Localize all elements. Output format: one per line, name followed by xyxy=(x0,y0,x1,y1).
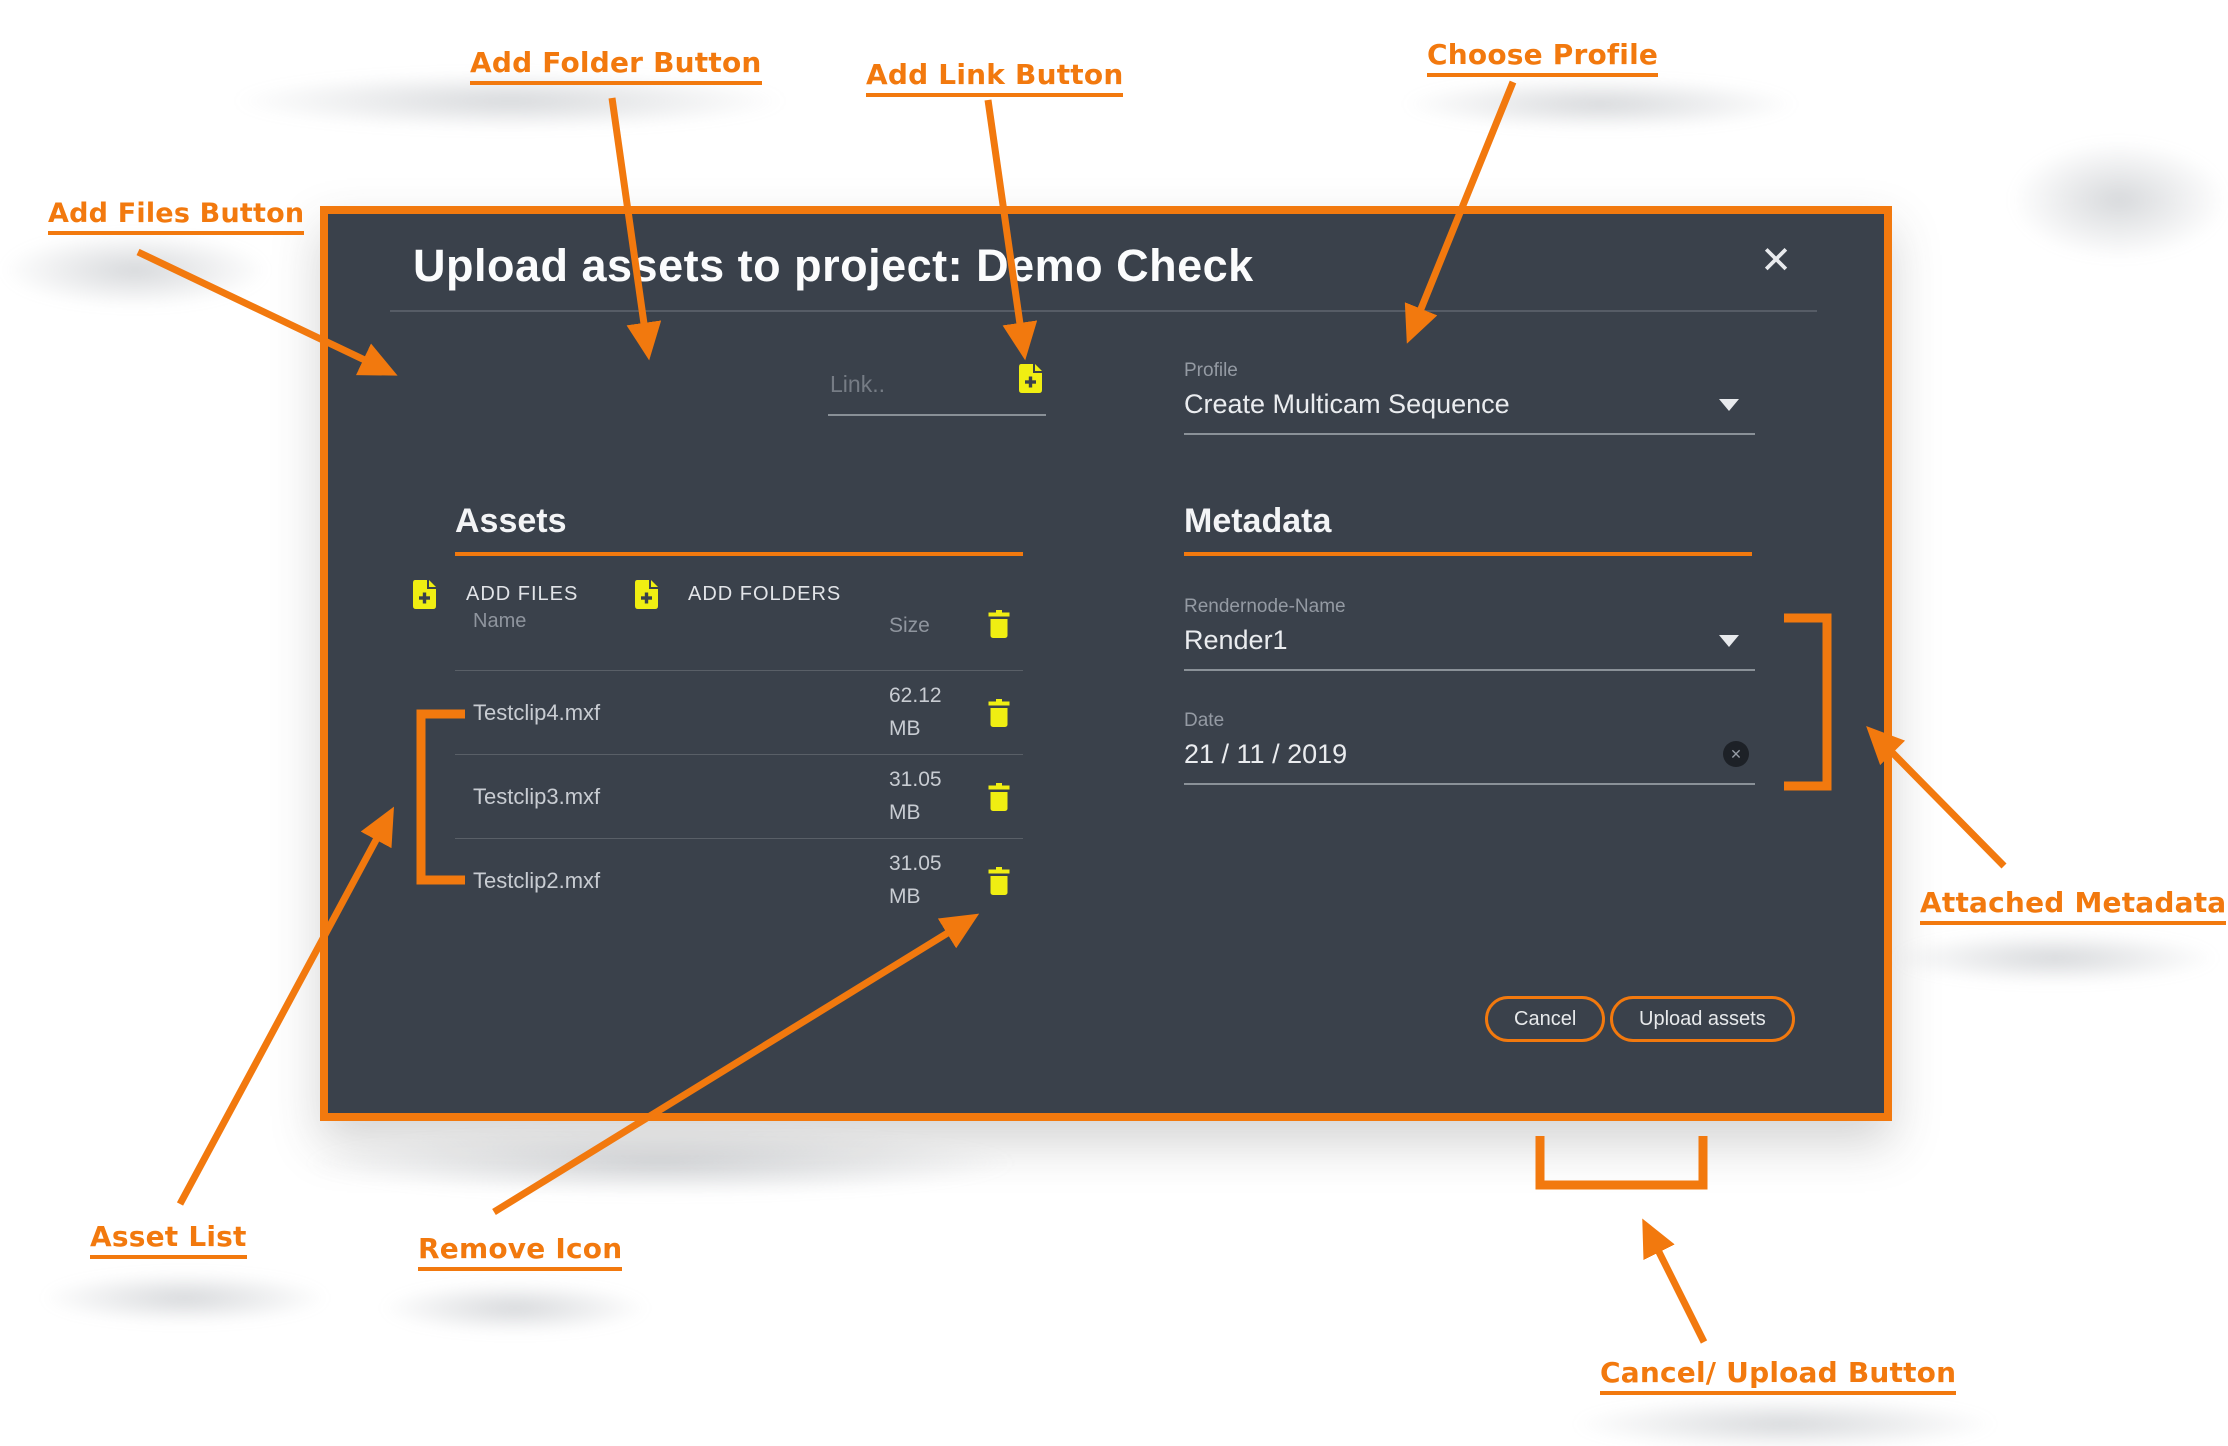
size-column-header: Size xyxy=(889,614,930,637)
add-files-button[interactable]: ADD FILES xyxy=(413,580,578,609)
shadow-blob xyxy=(2010,140,2228,260)
asset-size: 62.12 MB xyxy=(889,683,942,740)
bracket-cancel-upload xyxy=(1535,1136,1708,1190)
add-link-icon[interactable] xyxy=(1019,364,1042,398)
asset-name: Testclip4.mxf xyxy=(473,699,601,725)
table-row: Testclip3.mxf 31.05 MB xyxy=(455,754,1023,838)
date-label: Date xyxy=(1184,710,1225,731)
metadata-heading-rule xyxy=(1184,552,1752,556)
shadow-blob xyxy=(380,1282,650,1334)
table-row: Testclip2.mxf 31.05 MB xyxy=(455,838,1023,922)
file-plus-icon xyxy=(413,580,436,609)
add-folders-label: ADD FOLDERS xyxy=(688,583,842,605)
link-field xyxy=(828,362,1046,416)
shadow-blob xyxy=(40,1272,330,1324)
profile-select[interactable]: Profile Create Multicam Sequence xyxy=(1184,360,1755,435)
annotated-screenshot-canvas: Upload assets to project: Demo Check ✕ A… xyxy=(0,0,2228,1446)
shadow-blob xyxy=(1570,1398,2000,1446)
asset-size: 31.05 MB xyxy=(889,851,942,908)
name-column-header: Name xyxy=(473,610,527,632)
asset-name: Testclip2.mxf xyxy=(473,867,601,893)
annotation-attached-metadata: Attached Metadata xyxy=(1920,886,2227,925)
annotation-add-link: Add Link Button xyxy=(866,58,1124,97)
close-icon[interactable]: ✕ xyxy=(1760,242,1792,280)
clear-date-icon[interactable]: ✕ xyxy=(1723,741,1749,767)
annotation-choose-profile: Choose Profile xyxy=(1427,38,1659,77)
add-folders-button[interactable]: ADD FOLDERS xyxy=(635,580,841,609)
metadata-heading: Metadata xyxy=(1184,502,1332,540)
shadow-blob xyxy=(0,232,270,308)
arrow-cancel-upload xyxy=(1642,1218,1708,1344)
add-files-label: ADD FILES xyxy=(466,583,579,605)
assets-heading: Assets xyxy=(455,502,567,540)
assets-table-header: Name Size xyxy=(455,610,1023,670)
upload-assets-dialog: Upload assets to project: Demo Check ✕ A… xyxy=(320,206,1892,1121)
delete-all-icon[interactable] xyxy=(975,610,1023,638)
upload-assets-button[interactable]: Upload assets xyxy=(1610,996,1795,1042)
shadow-blob xyxy=(1400,78,1800,130)
remove-asset-icon[interactable] xyxy=(975,782,1023,811)
annotation-remove-icon: Remove Icon xyxy=(418,1232,623,1271)
dialog-title: Upload assets to project: Demo Check xyxy=(413,240,1254,291)
folder-plus-icon xyxy=(635,580,658,609)
date-field[interactable]: Date 21 / 11 / 2019 ✕ xyxy=(1184,710,1755,785)
cancel-button[interactable]: Cancel xyxy=(1485,996,1606,1042)
remove-asset-icon[interactable] xyxy=(975,866,1023,895)
shadow-blob xyxy=(300,1130,1020,1196)
shadow-blob xyxy=(1890,932,2220,984)
chevron-down-icon xyxy=(1719,635,1739,647)
chevron-down-icon xyxy=(1719,399,1739,411)
title-divider xyxy=(390,310,1817,312)
rendernode-select[interactable]: Rendernode-Name Render1 xyxy=(1184,596,1755,671)
asset-name: Testclip3.mxf xyxy=(473,783,601,809)
assets-heading-rule xyxy=(455,552,1023,556)
rendernode-label: Rendernode-Name xyxy=(1184,596,1346,617)
table-row: Testclip4.mxf 62.12 MB xyxy=(455,670,1023,754)
profile-label: Profile xyxy=(1184,360,1238,381)
date-value: 21 / 11 / 2019 xyxy=(1184,739,1348,769)
profile-value: Create Multicam Sequence xyxy=(1184,389,1510,419)
assets-table: Name Size Testclip4.mxf 62.12 MB Testcli… xyxy=(455,610,1023,922)
annotation-asset-list: Asset List xyxy=(90,1220,247,1259)
annotation-add-folder: Add Folder Button xyxy=(470,46,762,85)
annotation-add-files: Add Files Button xyxy=(48,198,305,235)
link-input[interactable] xyxy=(828,362,1046,416)
remove-asset-icon[interactable] xyxy=(975,698,1023,727)
annotation-cancel-upload: Cancel/ Upload Button xyxy=(1600,1356,1957,1395)
rendernode-value: Render1 xyxy=(1184,625,1288,655)
asset-size: 31.05 MB xyxy=(889,767,942,824)
